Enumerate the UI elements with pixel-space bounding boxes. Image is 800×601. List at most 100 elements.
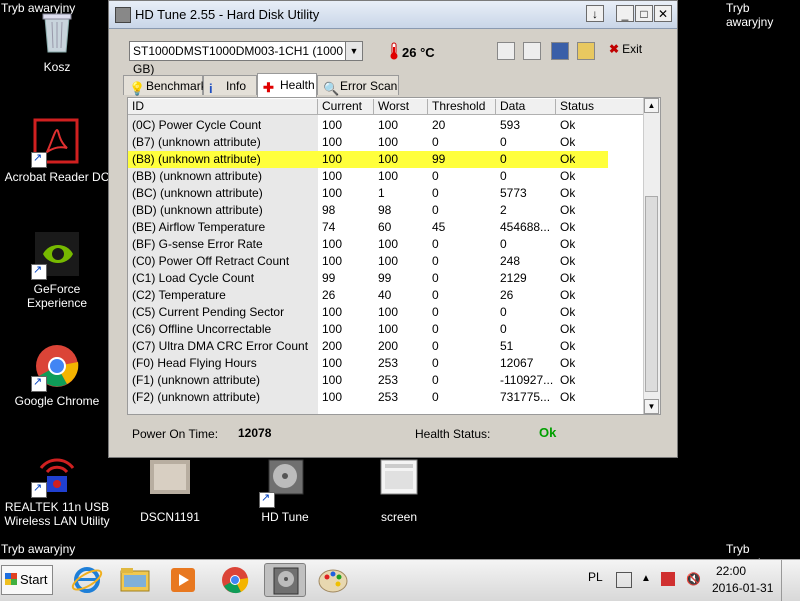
- language-indicator[interactable]: PL: [588, 570, 603, 584]
- cell-data: -110927...: [500, 373, 554, 387]
- clock-date[interactable]: 2016-01-31: [712, 581, 773, 595]
- screenshot-arrow-button[interactable]: ↓: [586, 5, 604, 22]
- folder-icon: [120, 568, 150, 592]
- taskbar-explorer[interactable]: [114, 563, 156, 597]
- table-row[interactable]: (B8) (unknown attribute) 100 100 99 0 Ok: [128, 151, 608, 168]
- copy-icon[interactable]: [497, 42, 515, 60]
- cell-worst: 100: [378, 152, 399, 166]
- drive-select-value: ST1000DMST1000DM003-1CH1 (1000 GB): [133, 44, 344, 76]
- power-on-time-label: Power On Time:: [132, 427, 219, 441]
- options-icon[interactable]: [577, 42, 595, 60]
- screenshot-thumbnail-icon: [375, 458, 423, 506]
- volume-muted-icon[interactable]: 🔇: [686, 572, 701, 586]
- cell-worst: 100: [378, 322, 399, 336]
- copy-all-icon[interactable]: [523, 42, 541, 60]
- table-row[interactable]: (B7) (unknown attribute) 100 100 0 0 Ok: [128, 134, 608, 151]
- table-row[interactable]: (C7) Ultra DMA CRC Error Count 200 200 0 51 O…: [128, 338, 608, 355]
- vertical-scrollbar[interactable]: ▲ ▼: [643, 98, 660, 414]
- cell-status: Ok: [560, 373, 576, 387]
- chevron-down-icon[interactable]: ▼: [345, 42, 362, 60]
- scroll-up-icon[interactable]: ▲: [644, 98, 659, 113]
- cell-id: (F0) Head Flying Hours: [132, 356, 257, 370]
- cell-id: (C1) Load Cycle Count: [132, 271, 255, 285]
- shortcut-arrow-icon: [259, 491, 275, 508]
- column-header-status[interactable]: Status: [556, 99, 648, 115]
- close-button[interactable]: ✕: [654, 5, 672, 22]
- tab-info[interactable]: i Info: [203, 75, 257, 96]
- table-row[interactable]: (F1) (unknown attribute) 100 253 0 -110927..…: [128, 372, 608, 389]
- tab-error-scan[interactable]: 🔍 Error Scan: [317, 75, 399, 96]
- desktop-icon-hd-tune[interactable]: HD Tune: [230, 458, 340, 524]
- network-error-icon[interactable]: [661, 572, 675, 586]
- desktop-icon-acrobat-reader[interactable]: Acrobat Reader DC: [2, 118, 112, 184]
- taskbar-chrome[interactable]: [214, 563, 256, 597]
- tab-benchmark[interactable]: 💡 Benchmark: [123, 75, 207, 96]
- column-header-id[interactable]: ID: [128, 99, 318, 115]
- column-header-worst[interactable]: Worst: [374, 99, 428, 115]
- desktop-icon-label: Acrobat Reader DC: [4, 170, 110, 184]
- desktop-icon-label: DSCN1191: [140, 510, 200, 524]
- table-row[interactable]: (C1) Load Cycle Count 99 99 0 2129 Ok: [128, 270, 608, 287]
- cell-id: (B8) (unknown attribute): [132, 152, 261, 166]
- scroll-down-icon[interactable]: ▼: [644, 399, 659, 414]
- column-header-threshold[interactable]: Threshold: [428, 99, 496, 115]
- table-row[interactable]: (BB) (unknown attribute) 100 100 0 0 Ok: [128, 168, 608, 185]
- cell-status: Ok: [560, 135, 576, 149]
- table-row[interactable]: (F2) (unknown attribute) 100 253 0 731775...…: [128, 389, 608, 406]
- keyboard-icon[interactable]: [616, 572, 632, 588]
- cell-data: 731775...: [500, 390, 551, 404]
- cell-id: (C5) Current Pending Sector: [132, 305, 285, 319]
- table-row[interactable]: (0C) Power Cycle Count 100 100 20 593 Ok: [128, 117, 608, 134]
- desktop-icon-geforce-experience[interactable]: GeForce Experience: [2, 230, 112, 310]
- column-header-data[interactable]: Data: [496, 99, 556, 115]
- desktop-icon-recycle-bin[interactable]: Kosz: [2, 8, 112, 74]
- tab-health[interactable]: ✚ Health: [257, 73, 317, 97]
- maximize-button[interactable]: □: [635, 5, 653, 22]
- show-hidden-icons-icon[interactable]: ▲: [641, 572, 655, 586]
- table-row[interactable]: (F0) Head Flying Hours 100 253 0 12067 Ok: [128, 355, 608, 372]
- table-row[interactable]: (C5) Current Pending Sector 100 100 0 0 Ok: [128, 304, 608, 321]
- desktop-icon-google-chrome[interactable]: Google Chrome: [2, 342, 112, 408]
- cell-id: (F1) (unknown attribute): [132, 373, 261, 387]
- taskbar-internet-explorer[interactable]: [66, 563, 108, 597]
- table-row[interactable]: (C6) Offline Uncorrectable 100 100 0 0 Ok: [128, 321, 608, 338]
- shortcut-arrow-icon: [31, 263, 47, 280]
- cell-threshold: 0: [432, 356, 439, 370]
- taskbar-media-player[interactable]: [162, 563, 204, 597]
- drive-select[interactable]: ST1000DMST1000DM003-1CH1 (1000 GB) ▼: [129, 41, 363, 76]
- cell-current: 100: [322, 237, 343, 251]
- desktop-icon-label: GeForce Experience: [26, 282, 88, 310]
- cell-data: 454688...: [500, 220, 551, 234]
- table-row[interactable]: (C2) Temperature 26 40 0 26 Ok: [128, 287, 608, 304]
- table-row[interactable]: (BC) (unknown attribute) 100 1 0 5773 Ok: [128, 185, 608, 202]
- cell-current: 100: [322, 305, 343, 319]
- show-desktop-button[interactable]: [781, 560, 800, 601]
- cell-threshold: 0: [432, 305, 439, 319]
- table-row[interactable]: (BD) (unknown attribute) 98 98 0 2 Ok: [128, 202, 608, 219]
- scroll-thumb[interactable]: [645, 196, 658, 392]
- taskbar-paint[interactable]: [312, 563, 354, 597]
- table-row[interactable]: (BF) G-sense Error Rate 100 100 0 0 Ok: [128, 236, 608, 253]
- table-row[interactable]: (C0) Power Off Retract Count 100 100 0 248 Ok: [128, 253, 608, 270]
- cell-current: 100: [322, 152, 343, 166]
- cell-status: Ok: [560, 288, 576, 302]
- cell-worst: 200: [378, 339, 399, 353]
- cell-status: Ok: [560, 322, 576, 336]
- desktop-icon-realtek-wlan[interactable]: REALTEK 11n USB Wireless LAN Utility: [2, 448, 112, 528]
- safe-mode-label: Tryb awaryjny: [1, 542, 76, 556]
- cell-status: Ok: [560, 169, 576, 183]
- exit-button[interactable]: ✖ Exit: [609, 42, 642, 56]
- clock-time[interactable]: 22:00: [716, 564, 746, 578]
- desktop-icon-screen[interactable]: screen: [344, 458, 454, 524]
- cell-id: (BD) (unknown attribute): [132, 203, 263, 217]
- title-bar[interactable]: HD Tune 2.55 - Hard Disk Utility ↓ _ □ ✕: [109, 1, 677, 29]
- taskbar-hd-tune[interactable]: [264, 563, 306, 597]
- column-header-current[interactable]: Current: [318, 99, 374, 115]
- table-row[interactable]: (BE) Airflow Temperature 74 60 45 454688... O…: [128, 219, 608, 236]
- minimize-button[interactable]: _: [616, 5, 634, 22]
- save-icon[interactable]: [551, 42, 569, 60]
- cell-threshold: 0: [432, 339, 439, 353]
- desktop-icon-dscn1191[interactable]: DSCN1191: [115, 458, 225, 524]
- hard-disk-icon: [259, 458, 309, 508]
- start-button[interactable]: Start: [1, 565, 53, 595]
